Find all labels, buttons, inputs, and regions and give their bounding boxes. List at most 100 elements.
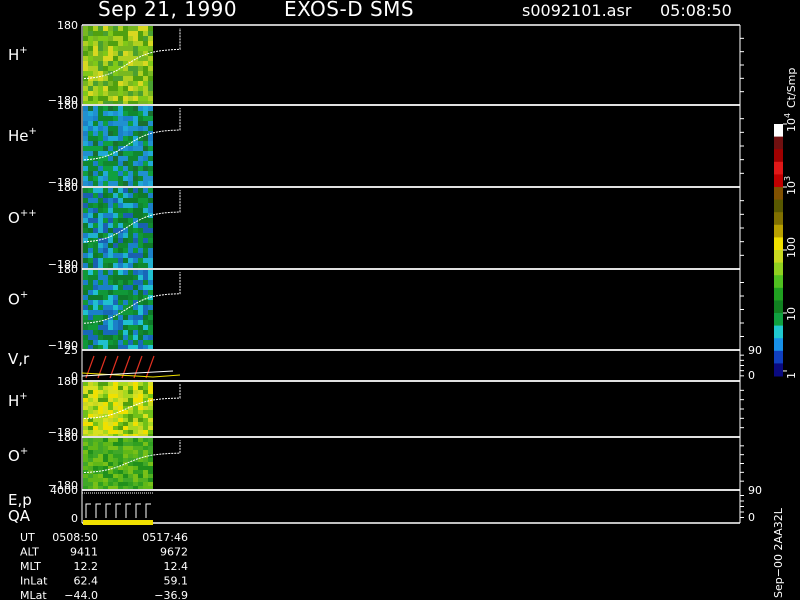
heat-cell (93, 275, 98, 280)
heat-cell (93, 131, 98, 136)
heat-cell (93, 56, 98, 61)
footer-label: ALT (20, 546, 39, 559)
heat-cell (103, 41, 108, 46)
heat-cell (118, 126, 123, 131)
heat-cell (133, 466, 138, 470)
heat-cell (138, 156, 143, 161)
heat-cell (123, 275, 128, 280)
heat-cell (103, 482, 108, 486)
heat-cell (123, 101, 128, 104)
heat-cell (98, 446, 103, 450)
heat-cell (113, 46, 118, 51)
heat-cell (143, 91, 148, 96)
heat-cell (108, 126, 113, 131)
tick-label-top: 180 (57, 375, 78, 388)
heat-cell (133, 121, 138, 126)
heat-cell (103, 198, 108, 203)
heat-cell (98, 233, 103, 238)
heat-cell (118, 478, 123, 482)
heat-cell (113, 458, 118, 462)
heat-cell (108, 66, 113, 71)
heat-cell (148, 31, 153, 36)
heat-cell (133, 462, 138, 466)
heat-cell (83, 434, 88, 436)
heat-cell (123, 330, 128, 335)
heat-cell (143, 434, 148, 436)
heat-cell (148, 290, 153, 295)
heat-cell (128, 478, 133, 482)
heat-cell (118, 300, 123, 305)
heat-cell (133, 213, 138, 218)
heat-cell (143, 418, 148, 422)
heat-cell (93, 442, 98, 446)
heat-cell (88, 126, 93, 131)
heat-cell (88, 446, 93, 450)
heat-cell (93, 213, 98, 218)
heat-cell (118, 320, 123, 325)
heat-cell (113, 26, 118, 31)
heat-cell (148, 151, 153, 156)
heat-cell (123, 386, 128, 390)
heat-cell (83, 26, 88, 31)
heat-cell (93, 430, 98, 434)
heat-cell (98, 462, 103, 466)
heat-cell (98, 382, 103, 386)
heat-cell (118, 325, 123, 330)
heat-cell (128, 31, 133, 36)
heat-cell (113, 315, 118, 320)
heat-cell (143, 426, 148, 430)
heat-cell (128, 136, 133, 141)
heat-cell (98, 193, 103, 198)
heat-cell (93, 325, 98, 330)
heat-cell (98, 96, 103, 101)
colorbar-swatch (774, 174, 783, 188)
heat-cell (138, 76, 143, 81)
heat-cell (133, 86, 138, 91)
heat-cell (143, 36, 148, 41)
heat-cell (148, 330, 153, 335)
heat-cell (128, 126, 133, 131)
heat-cell (88, 176, 93, 181)
heat-cell (98, 46, 103, 51)
heat-cell (133, 386, 138, 390)
heat-cell (123, 131, 128, 136)
spectrogram-figure: Sep 21, 1990 EXOS-D SMS s0092101.asr 05:… (8, 0, 798, 600)
heat-cell (143, 305, 148, 310)
energy-step (115, 503, 121, 518)
heat-cell (88, 280, 93, 285)
heat-cell (88, 300, 93, 305)
heat-cell (143, 320, 148, 325)
heat-cell (93, 248, 98, 253)
heat-cell (108, 56, 113, 61)
heat-cell (88, 91, 93, 96)
heat-cell (123, 66, 128, 71)
heat-cell (123, 410, 128, 414)
heat-cell (138, 141, 143, 146)
heat-cell (103, 418, 108, 422)
heat-cell (133, 285, 138, 290)
heat-cell (138, 188, 143, 193)
heat-cell (148, 285, 153, 290)
heat-cell (118, 434, 123, 436)
heat-cell (83, 335, 88, 340)
heat-cell (118, 248, 123, 253)
heat-cell (113, 176, 118, 181)
heat-cell (123, 86, 128, 91)
heat-cell (133, 71, 138, 76)
heat-cell (103, 434, 108, 436)
heat-cell (143, 454, 148, 458)
heat-cell (123, 193, 128, 198)
heat-cell (108, 213, 113, 218)
heat-cell (88, 161, 93, 166)
heat-cell (103, 382, 108, 386)
heat-cell (98, 223, 103, 228)
heat-cell (133, 193, 138, 198)
heat-cell (128, 176, 133, 181)
heat-cell (118, 213, 123, 218)
heat-cell (103, 166, 108, 171)
heat-cell (108, 111, 113, 116)
heat-cell (113, 340, 118, 345)
heat-cell (98, 340, 103, 345)
heat-cell (83, 290, 88, 295)
heat-cell (133, 238, 138, 243)
